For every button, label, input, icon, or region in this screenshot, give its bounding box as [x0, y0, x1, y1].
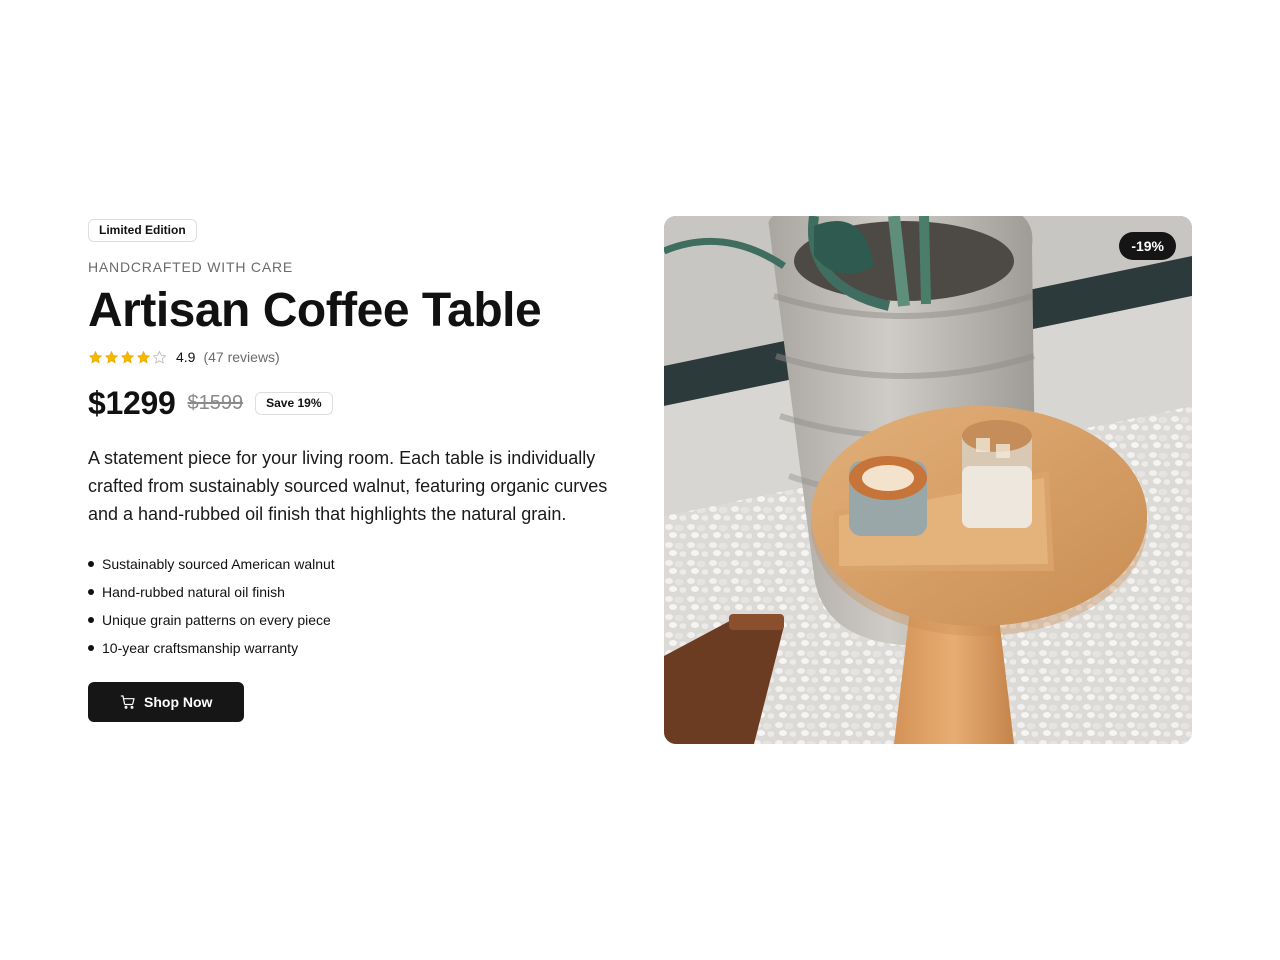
- feature-text: Unique grain patterns on every piece: [102, 612, 331, 628]
- feature-text: Sustainably sourced American walnut: [102, 556, 335, 572]
- star-filled-icon: [104, 350, 119, 365]
- star-filled-icon: [88, 350, 103, 365]
- feature-text: Hand-rubbed natural oil finish: [102, 584, 285, 600]
- discount-badge: -19%: [1119, 232, 1176, 260]
- shop-now-button[interactable]: Shop Now: [88, 682, 245, 722]
- product-title: Artisan Coffee Table: [88, 284, 542, 337]
- save-badge: Save 19%: [255, 391, 333, 415]
- shop-now-label: Shop Now: [144, 694, 213, 710]
- feature-list: Sustainably sourced American walnut Hand…: [88, 550, 628, 662]
- product-photo: [664, 216, 1192, 744]
- bullet-icon: [88, 617, 94, 623]
- star-filled-icon: [120, 350, 135, 365]
- price-row: $1299 $1599 Save 19%: [88, 385, 628, 421]
- feature-item: Hand-rubbed natural oil finish: [88, 578, 628, 606]
- bullet-icon: [88, 589, 94, 595]
- product-image[interactable]: -19%: [664, 216, 1192, 744]
- rating-value: 4.9: [176, 349, 196, 365]
- limited-edition-badge: Limited Edition: [88, 219, 197, 242]
- bullet-icon: [88, 645, 94, 651]
- cart-icon: [120, 694, 136, 710]
- review-count-link[interactable]: (47 reviews): [203, 349, 279, 365]
- feature-item: Unique grain patterns on every piece: [88, 606, 628, 634]
- star-rating: [88, 350, 167, 365]
- star-empty-icon: [152, 350, 167, 365]
- star-filled-icon: [136, 350, 151, 365]
- product-description: A statement piece for your living room. …: [88, 448, 608, 524]
- original-price: $1599: [187, 391, 244, 414]
- feature-item: Sustainably sourced American walnut: [88, 550, 628, 578]
- rating-row: 4.9 (47 reviews): [88, 348, 628, 366]
- product-info: Limited Edition HANDCRAFTED WITH CARE Ar…: [88, 219, 628, 722]
- current-price: $1299: [88, 384, 176, 421]
- eyebrow-text: HANDCRAFTED WITH CARE: [88, 259, 294, 275]
- feature-text: 10-year craftsmanship warranty: [102, 640, 299, 656]
- feature-item: 10-year craftsmanship warranty: [88, 634, 628, 662]
- bullet-icon: [88, 561, 94, 567]
